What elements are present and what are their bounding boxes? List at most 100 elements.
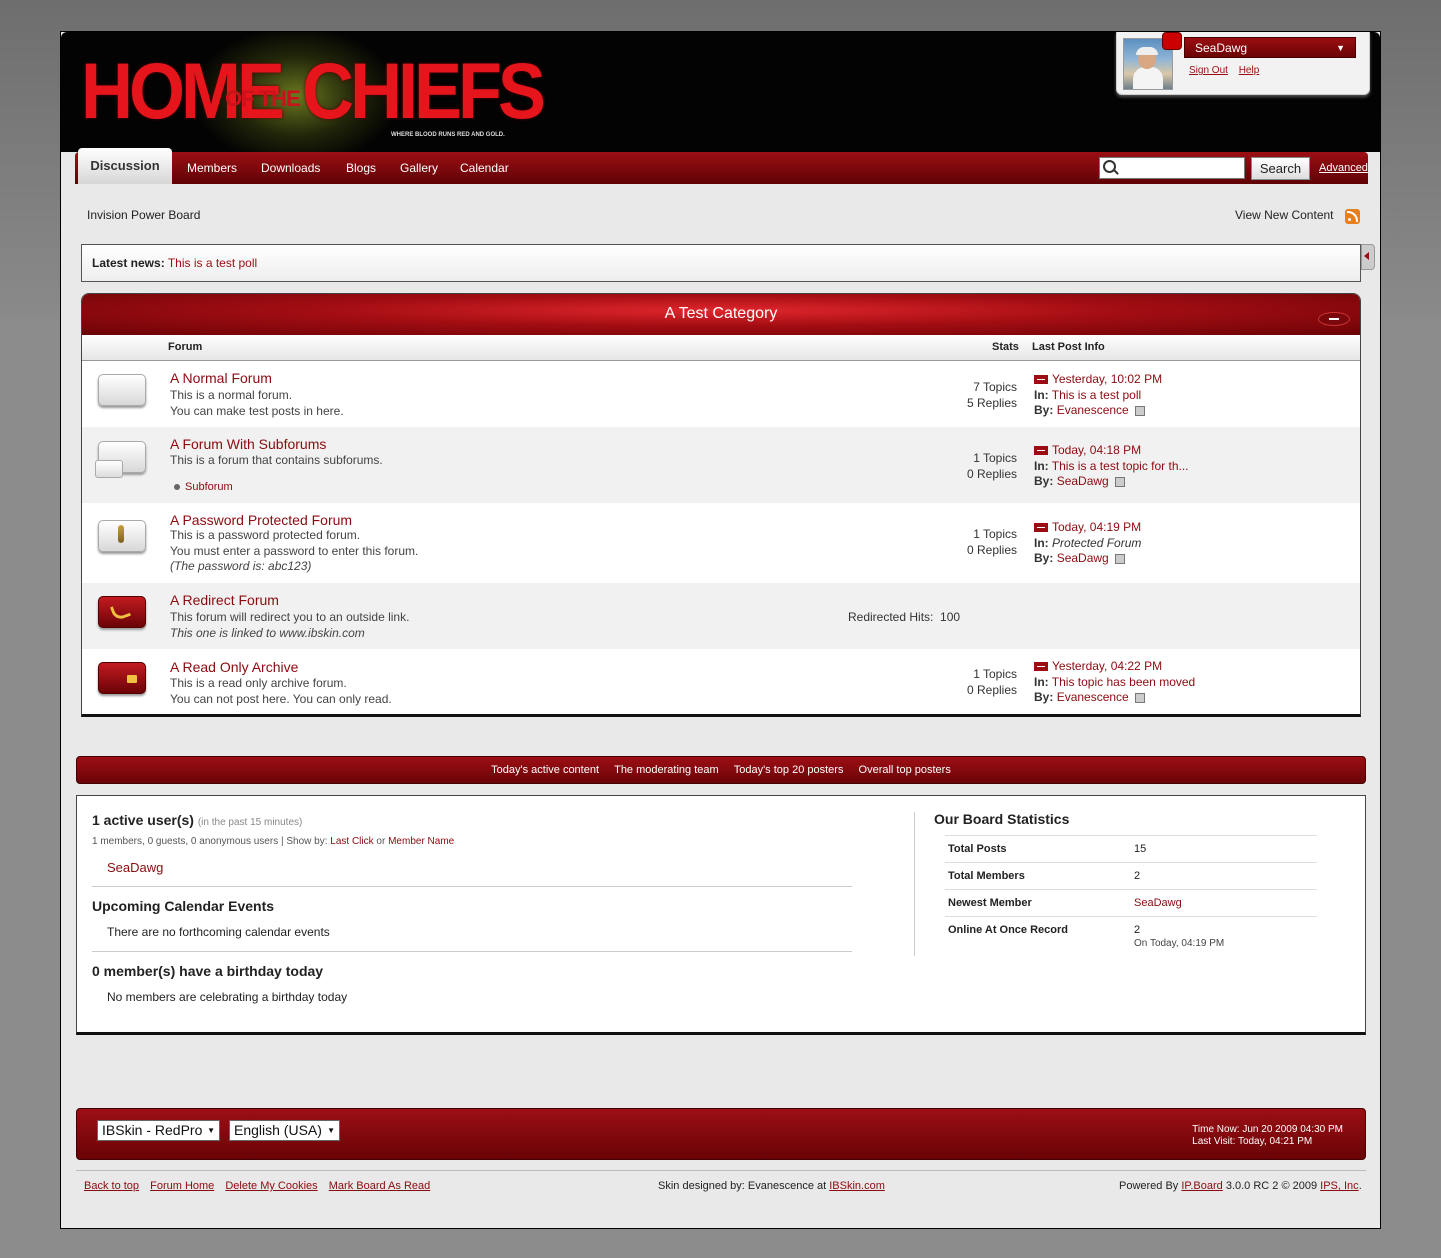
latest-news-link[interactable]: This is a test poll [168,256,257,270]
breadcrumb[interactable]: Invision Power Board [87,208,200,222]
forum-last-post: Today, 04:18 PM In: This is a test topic… [1034,443,1189,490]
avatar-body [1133,67,1163,89]
by-label: By: [1034,551,1054,565]
chevron-down-icon: ▼ [207,1126,215,1135]
board-wrapper: HOME OF THE CHIEFS WHERE BLOOD RUNS RED … [60,31,1381,1229]
user-card-icon[interactable] [1114,553,1125,564]
in-label: In: [1034,458,1049,473]
time-info: Time Now: Jun 20 2009 04:30 PM Last Visi… [1192,1124,1343,1148]
forum-name[interactable]: A Redirect Forum [170,592,279,608]
tab-calendar[interactable]: Calendar [460,152,509,184]
back-to-top-link[interactable]: Back to top [84,1180,139,1192]
column-divider [914,812,915,956]
last-post-author[interactable]: SeaDawg [1057,474,1109,488]
tab-members[interactable]: Members [187,152,237,184]
category-title[interactable]: A Test Category [665,305,778,322]
user-menu-dropdown[interactable]: SeaDawg ▼ [1184,37,1356,58]
calendar-heading: Upcoming Calendar Events [92,898,275,914]
goto-last-post-icon[interactable] [1034,662,1048,672]
last-visit: Last Visit: Today, 04:21 PM [1192,1136,1313,1147]
forum-password-hint: (The password is: abc123) [170,559,312,573]
forum-replies: 0 Replies [966,682,1017,697]
forum-category: A Test Category Forum Stats Last Post In… [81,293,1361,717]
tab-gallery[interactable]: Gallery [400,152,438,184]
help-link[interactable]: Help [1239,65,1260,76]
todays-active-content-link[interactable]: Today's active content [491,764,599,776]
stat-value: 2 [1134,870,1141,882]
forum-description-line: This is a normal forum. [170,388,293,402]
user-card-icon[interactable] [1134,692,1145,703]
goto-last-post-icon[interactable] [1034,446,1048,456]
forum-name[interactable]: A Password Protected Forum [170,512,352,528]
mark-read-link[interactable]: Mark Board As Read [329,1180,431,1192]
newest-member-link[interactable]: SeaDawg [1134,897,1182,909]
goto-last-post-icon[interactable] [1034,523,1048,533]
language-select[interactable]: English (USA) ▼ [229,1120,340,1141]
advanced-search-link[interactable]: Advanced [1319,162,1368,174]
forum-home-link[interactable]: Forum Home [150,1180,214,1192]
footer-bar: IBSkin - RedPro ▼ English (USA) ▼ Time N… [76,1108,1366,1160]
forum-name[interactable]: A Read Only Archive [170,659,298,675]
board-index-stats: 1 active user(s) (in the past 15 minutes… [76,795,1366,1035]
sort-member-name-link[interactable]: Member Name [388,836,454,847]
stat-value-detail: On Today, 04:19 PM [1134,938,1225,949]
search-icon [1103,160,1116,173]
forum-description: This is a password protected forum. You … [170,528,418,575]
tab-downloads[interactable]: Downloads [261,152,320,184]
stat-row: Total Members 2 [945,862,1317,890]
news-toggle-icon[interactable] [1361,244,1375,270]
logo-word-of-the: OF THE [225,86,301,111]
last-post-date: Yesterday, 04:22 PM [1052,659,1163,673]
last-post-date: Yesterday, 10:02 PM [1052,372,1163,386]
forum-stats: 1 Topics 0 Replies [967,451,1017,482]
active-user-link[interactable]: SeaDawg [107,860,163,875]
stat-key: Online At Once Record [948,924,1069,936]
moderating-team-link[interactable]: The moderating team [614,764,719,776]
forum-description-line: This is a password protected forum. [170,528,361,542]
ibskin-link[interactable]: IBSkin.com [829,1180,885,1192]
goto-last-post-icon[interactable] [1034,375,1048,385]
user-card-icon[interactable] [1134,405,1145,416]
view-new-content-link[interactable]: View New Content [1235,208,1334,222]
skin-select-value: IBSkin - RedPro [102,1122,203,1138]
notification-icon[interactable] [1162,32,1182,50]
ipboard-link[interactable]: IP.Board [1181,1180,1222,1192]
skin-credit-text: Skin designed by: Evanescence at [658,1180,830,1192]
last-post-topic[interactable]: This is a test poll [1052,388,1141,402]
site-logo[interactable]: HOME OF THE CHIEFS WHERE BLOOD RUNS RED … [81,32,546,152]
sort-last-click-link[interactable]: Last Click [330,836,373,847]
overall-top-posters-link[interactable]: Overall top posters [859,764,951,776]
skin-credit: Skin designed by: Evanescence at IBSkin.… [658,1180,885,1192]
forum-name[interactable]: A Normal Forum [170,370,272,386]
search-button[interactable]: Search [1251,157,1310,180]
footer-divider [76,1170,1366,1171]
forum-replies: 5 Replies [966,395,1017,410]
forum-row: A Forum With Subforums This is a forum t… [82,427,1360,503]
collapse-icon[interactable] [1318,312,1350,326]
todays-top-posters-link[interactable]: Today's top 20 posters [734,764,844,776]
forum-last-post: Yesterday, 04:22 PM In: This topic has b… [1034,659,1195,706]
skin-select[interactable]: IBSkin - RedPro ▼ [97,1120,220,1141]
forum-stats: 7 Topics 5 Replies [967,380,1017,411]
subforum-link[interactable]: Subforum [185,481,233,493]
forum-stats: 1 Topics 0 Replies [967,527,1017,558]
tab-discussion[interactable]: Discussion [78,148,172,184]
powered-by-version: 3.0.0 RC 2 © 2009 [1222,1180,1321,1192]
forum-description-line: This forum will redirect you to an outsi… [170,610,410,624]
last-post-topic: Protected Forum [1052,535,1142,550]
sign-out-link[interactable]: Sign Out [1189,65,1228,76]
delete-cookies-link[interactable]: Delete My Cookies [225,1180,317,1192]
subforum-list: Subforum [174,481,233,493]
forum-name[interactable]: A Forum With Subforums [170,436,326,452]
user-card-icon[interactable] [1114,476,1125,487]
tab-blogs[interactable]: Blogs [346,152,376,184]
ips-link[interactable]: IPS, Inc [1320,1180,1359,1192]
last-post-topic[interactable]: This topic has been moved [1052,675,1195,689]
search-input[interactable] [1099,157,1245,179]
last-post-author[interactable]: Evanescence [1057,403,1129,417]
last-post-topic[interactable]: This is a test topic for th... [1052,459,1189,473]
last-post-author[interactable]: Evanescence [1057,690,1129,704]
last-post-author[interactable]: SeaDawg [1057,551,1109,565]
rss-icon[interactable] [1345,209,1360,224]
stat-row: Online At Once Record 2 On Today, 04:19 … [945,916,1317,957]
